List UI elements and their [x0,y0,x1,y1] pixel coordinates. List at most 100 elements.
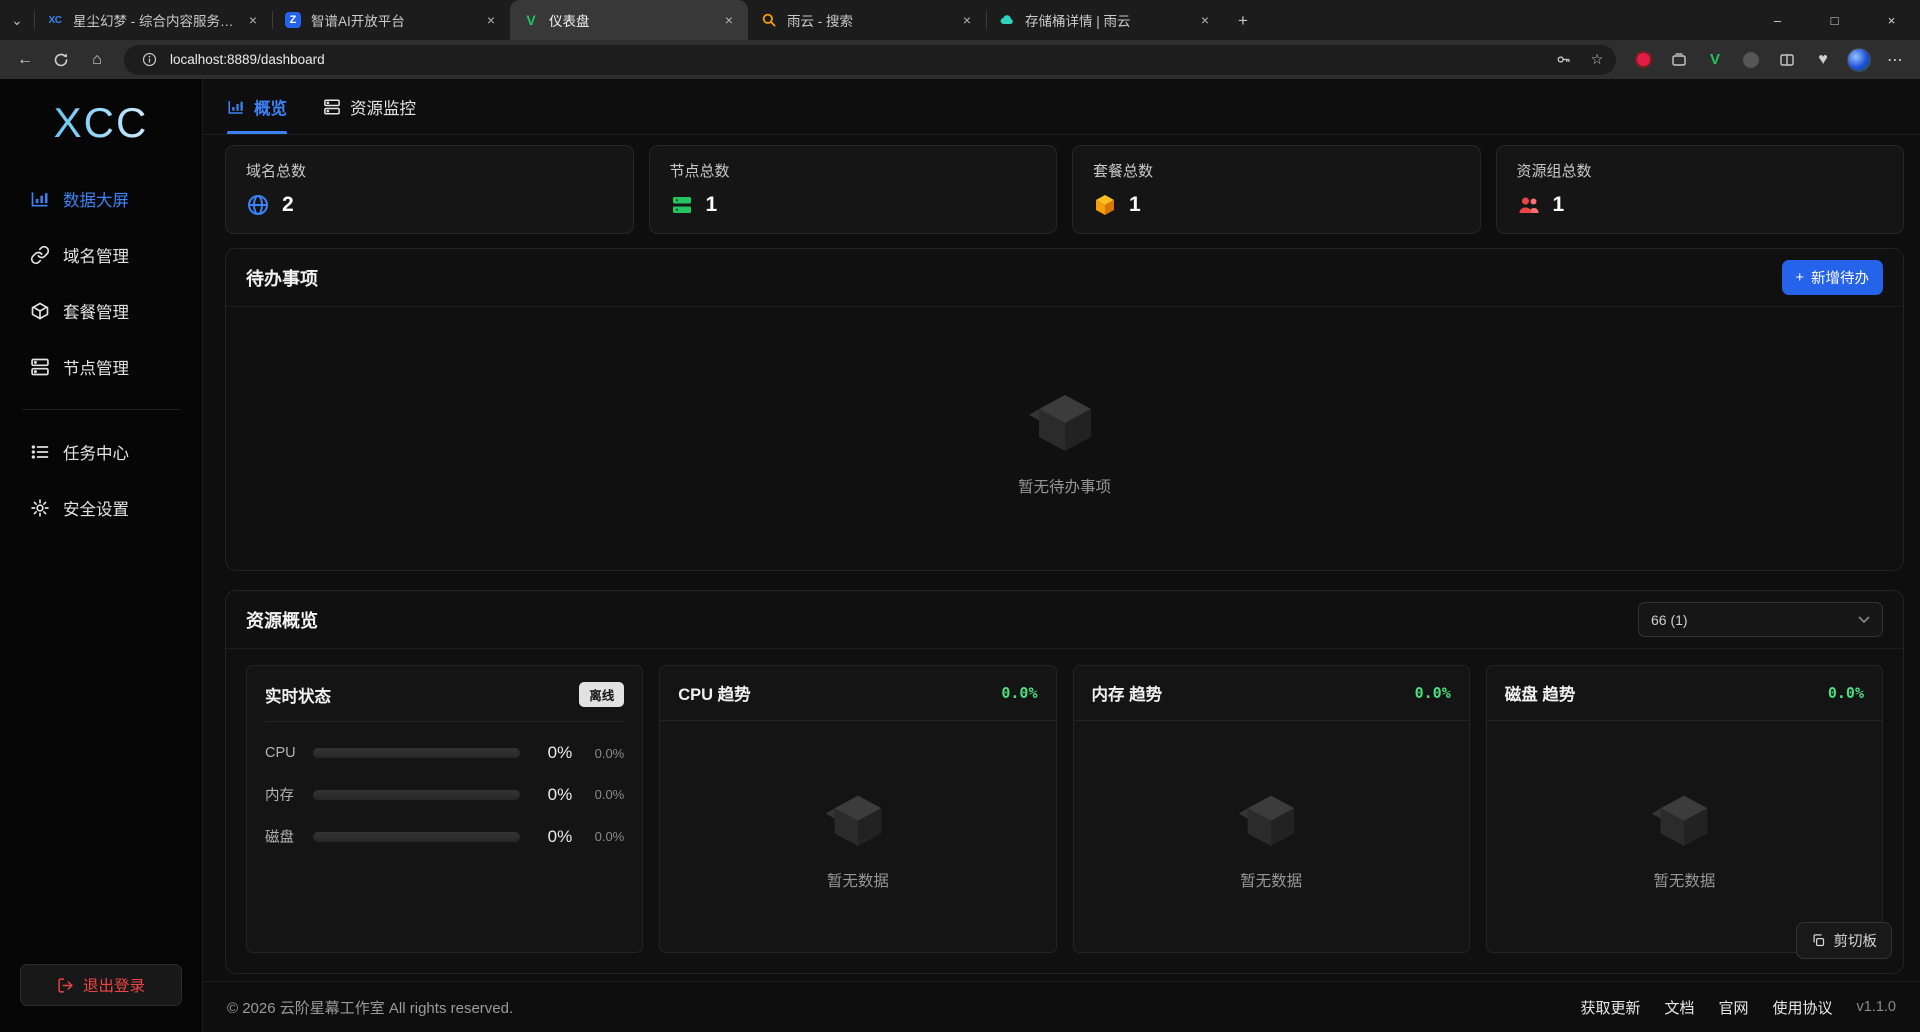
address-bar[interactable]: localhost:8889/dashboard ☆ [124,45,1616,75]
add-todo-button[interactable]: + 新增待办 [1782,260,1883,295]
tab-resource-monitor[interactable]: 资源监控 [323,79,416,134]
footer-link-terms[interactable]: 使用协议 [1772,997,1832,1018]
refresh-icon[interactable] [46,45,76,75]
split-screen-icon[interactable] [1772,45,1802,75]
status-title: 实时状态 [265,683,331,707]
stat-card-resource-groups: 资源组总数 1 [1496,145,1905,234]
close-tab-icon[interactable]: × [244,11,262,29]
minimize-button[interactable]: – [1749,0,1806,40]
logout-icon [57,977,74,994]
stat-value: 1 [1553,193,1565,217]
browser-tab-zhipu[interactable]: Z 智谱AI开放平台 × [272,0,510,40]
sidebar-item-label: 安全设置 [63,496,129,520]
memory-trend-empty: 暂无数据 [1074,721,1469,952]
home-icon[interactable]: ⌂ [82,45,112,75]
meter-label: 磁盘 [265,826,303,847]
disk-progress-bar [313,832,520,842]
version-text: v1.1.0 [1857,999,1897,1015]
task-list-icon [30,442,50,462]
disk-trend-card: 磁盘 趋势 0.0% 暂无数据 [1486,665,1883,953]
sidebar-item-tasks[interactable]: 任务中心 [0,424,202,480]
sidebar-item-plans[interactable]: 套餐管理 [0,283,202,339]
add-todo-label: 新增待办 [1811,267,1869,288]
meter-detail: 0.0% [582,787,624,802]
stat-card-nodes: 节点总数 1 [649,145,1058,234]
browser-tab-rainyun-search[interactable]: 雨云 - 搜索 × [748,0,986,40]
tab-label: 概览 [254,95,287,119]
clipboard-label: 剪切板 [1834,930,1878,951]
browser-tab-xingchen[interactable]: XC 星尘幻梦 - 综合内容服务平台 | 星.. × [34,0,272,40]
meter-detail: 0.0% [582,746,624,761]
footer-link-update[interactable]: 获取更新 [1580,997,1640,1018]
sidebar-item-domains[interactable]: 域名管理 [0,227,202,283]
close-tab-icon[interactable]: × [958,11,976,29]
footer-link-website[interactable]: 官网 [1718,997,1748,1018]
window-controls: – □ × [1749,0,1920,40]
logo-text: XCC [54,99,149,146]
footer-links: 获取更新 文档 官网 使用协议 v1.1.0 [1580,997,1896,1018]
v-favicon: V [522,11,540,29]
main-area: 概览 资源监控 域名总数 2 [203,79,1920,1032]
cpu-meter-row: CPU 0% 0.0% [265,743,624,763]
stat-value: 2 [282,193,294,217]
close-tab-icon[interactable]: × [1196,11,1214,29]
sidebar-item-label: 数据大屏 [63,187,129,211]
node-select-value: 66 (1) [1651,612,1688,628]
footer-link-docs[interactable]: 文档 [1664,997,1694,1018]
sidebar-item-data-screen[interactable]: 数据大屏 [0,171,202,227]
trend-title: 内存 趋势 [1092,681,1163,705]
search-favicon-icon [760,11,778,29]
browser-tab-dashboard-active[interactable]: V 仪表盘 × [510,0,748,40]
trend-value: 0.0% [1828,684,1864,702]
maximize-button[interactable]: □ [1806,0,1863,40]
tab-label: 星尘幻梦 - 综合内容服务平台 | 星.. [73,10,235,30]
stat-label: 域名总数 [246,160,613,181]
v-extension-icon[interactable]: V [1700,45,1730,75]
stat-card-domains: 域名总数 2 [225,145,634,234]
tab-label: 资源监控 [350,95,416,119]
sidebar-divider [22,409,180,410]
close-window-button[interactable]: × [1863,0,1920,40]
trend-value: 0.0% [1001,684,1037,702]
collections-icon[interactable] [1664,45,1694,75]
footer: © 2026 云阶星幕工作室 All rights reserved. 获取更新… [203,981,1920,1032]
package-icon [30,301,50,321]
back-icon[interactable]: ← [10,45,40,75]
close-tab-icon[interactable]: × [482,11,500,29]
meter-percent: 0% [530,827,572,847]
todo-panel: 待办事项 + 新增待办 暂无待办事项 [225,248,1904,571]
trend-value: 0.0% [1415,684,1451,702]
globe-icon [246,193,270,217]
overview-chart-icon [227,98,245,116]
offline-badge: 离线 [579,682,624,707]
favorite-star-icon[interactable]: ☆ [1584,47,1610,73]
extension-red-icon[interactable] [1628,45,1658,75]
empty-box-icon [1025,381,1105,461]
cpu-trend-card: CPU 趋势 0.0% 暂无数据 [659,665,1056,953]
empty-box-icon [1648,783,1720,855]
sidebar: XCC 数据大屏 域名管理 套餐管理 节点管理 [0,79,203,1032]
sidebar-item-security[interactable]: 安全设置 [0,480,202,536]
link-icon [30,245,50,265]
empty-text: 暂无数据 [827,869,889,891]
tab-overview[interactable]: 概览 [227,79,287,134]
new-tab-button[interactable]: + [1228,6,1258,36]
close-tab-icon[interactable]: × [720,11,738,29]
view-tabs: 概览 资源监控 [203,79,1920,135]
extension-dim-icon[interactable] [1736,45,1766,75]
site-info-icon[interactable] [136,47,162,73]
clipboard-button[interactable]: 剪切板 [1796,922,1893,959]
resources-panel-title: 资源概览 [246,607,318,633]
sidebar-item-nodes[interactable]: 节点管理 [0,339,202,395]
dashboard-page: XCC 数据大屏 域名管理 套餐管理 节点管理 [0,79,1920,1032]
more-menu-icon[interactable]: ⋯ [1880,45,1910,75]
logout-button[interactable]: 退出登录 [20,964,182,1006]
sidebar-item-label: 域名管理 [63,243,129,267]
browser-essentials-icon[interactable]: ♥ [1808,45,1838,75]
node-select[interactable]: 66 (1) [1638,602,1883,637]
browser-tab-bucket[interactable]: 存储桶详情 | 雨云 × [986,0,1224,40]
password-key-icon[interactable] [1550,47,1576,73]
profile-avatar[interactable] [1844,45,1874,75]
stat-label: 节点总数 [670,160,1037,181]
tab-search-icon[interactable]: ⌄ [0,0,34,40]
